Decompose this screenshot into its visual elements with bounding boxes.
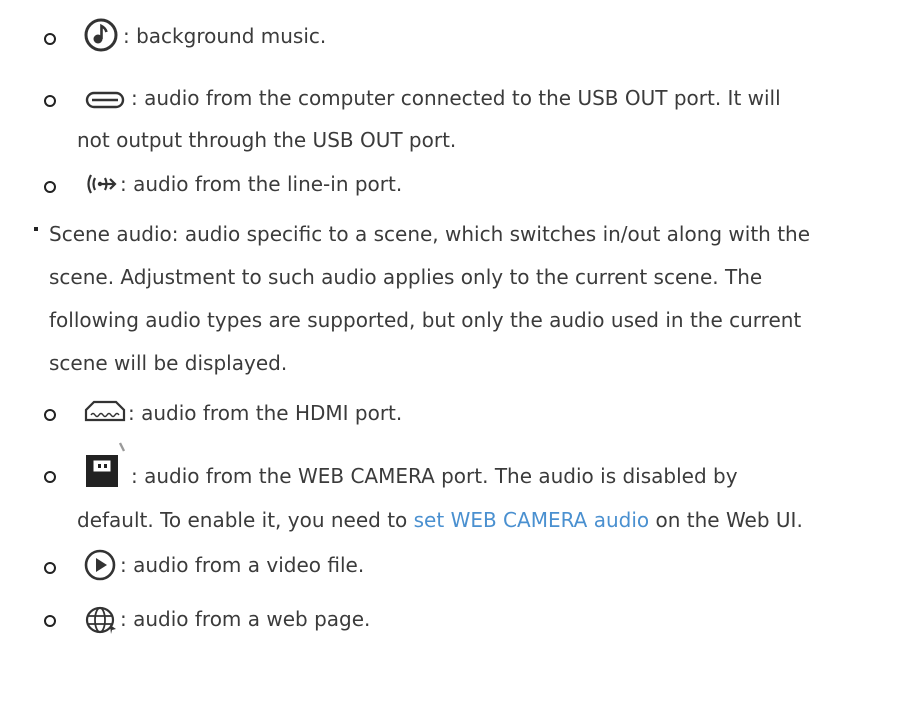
scene-audio-line1: Scene audio: audio specific to a scene, … bbox=[49, 222, 811, 246]
play-icon bbox=[84, 549, 116, 581]
list-bullet bbox=[34, 227, 38, 231]
web-page-text: : audio from a web page. bbox=[120, 607, 371, 631]
bg-music-text: : background music. bbox=[123, 24, 327, 48]
line-in-text: : audio from the line-in port. bbox=[120, 172, 403, 196]
globe-icon bbox=[85, 606, 116, 634]
web-camera-text-after-link: on the Web UI. bbox=[649, 508, 803, 532]
web-camera-text-before-link: default. To enable it, you need to bbox=[77, 508, 414, 532]
hdmi-port-icon bbox=[84, 400, 126, 422]
scene-audio-line3: following audio types are supported, but… bbox=[49, 308, 802, 332]
usb-out-text-line2: not output through the USB OUT port. bbox=[77, 128, 457, 152]
list-bullet bbox=[44, 95, 56, 107]
usb-out-text-line1: : audio from the computer connected to t… bbox=[131, 86, 781, 110]
list-bullet bbox=[44, 562, 56, 574]
web-camera-icon bbox=[86, 442, 126, 487]
list-bullet bbox=[44, 181, 56, 193]
list-bullet bbox=[44, 33, 56, 45]
video-file-text: : audio from a video file. bbox=[120, 553, 365, 577]
list-bullet bbox=[44, 615, 56, 627]
web-camera-text-line1: : audio from the WEB CAMERA port. The au… bbox=[131, 464, 738, 488]
line-in-icon bbox=[87, 174, 117, 194]
scene-audio-line2: scene. Adjustment to such audio applies … bbox=[49, 265, 763, 289]
list-bullet bbox=[44, 471, 56, 483]
list-bullet bbox=[44, 409, 56, 421]
set-web-camera-audio-link[interactable]: set WEB CAMERA audio bbox=[414, 508, 650, 532]
web-camera-text-line2: default. To enable it, you need to set W… bbox=[77, 500, 803, 540]
usb-cable-icon bbox=[85, 91, 125, 109]
scene-audio-line4: scene will be displayed. bbox=[49, 351, 288, 375]
music-note-icon bbox=[84, 18, 118, 52]
hdmi-text: : audio from the HDMI port. bbox=[128, 401, 403, 425]
